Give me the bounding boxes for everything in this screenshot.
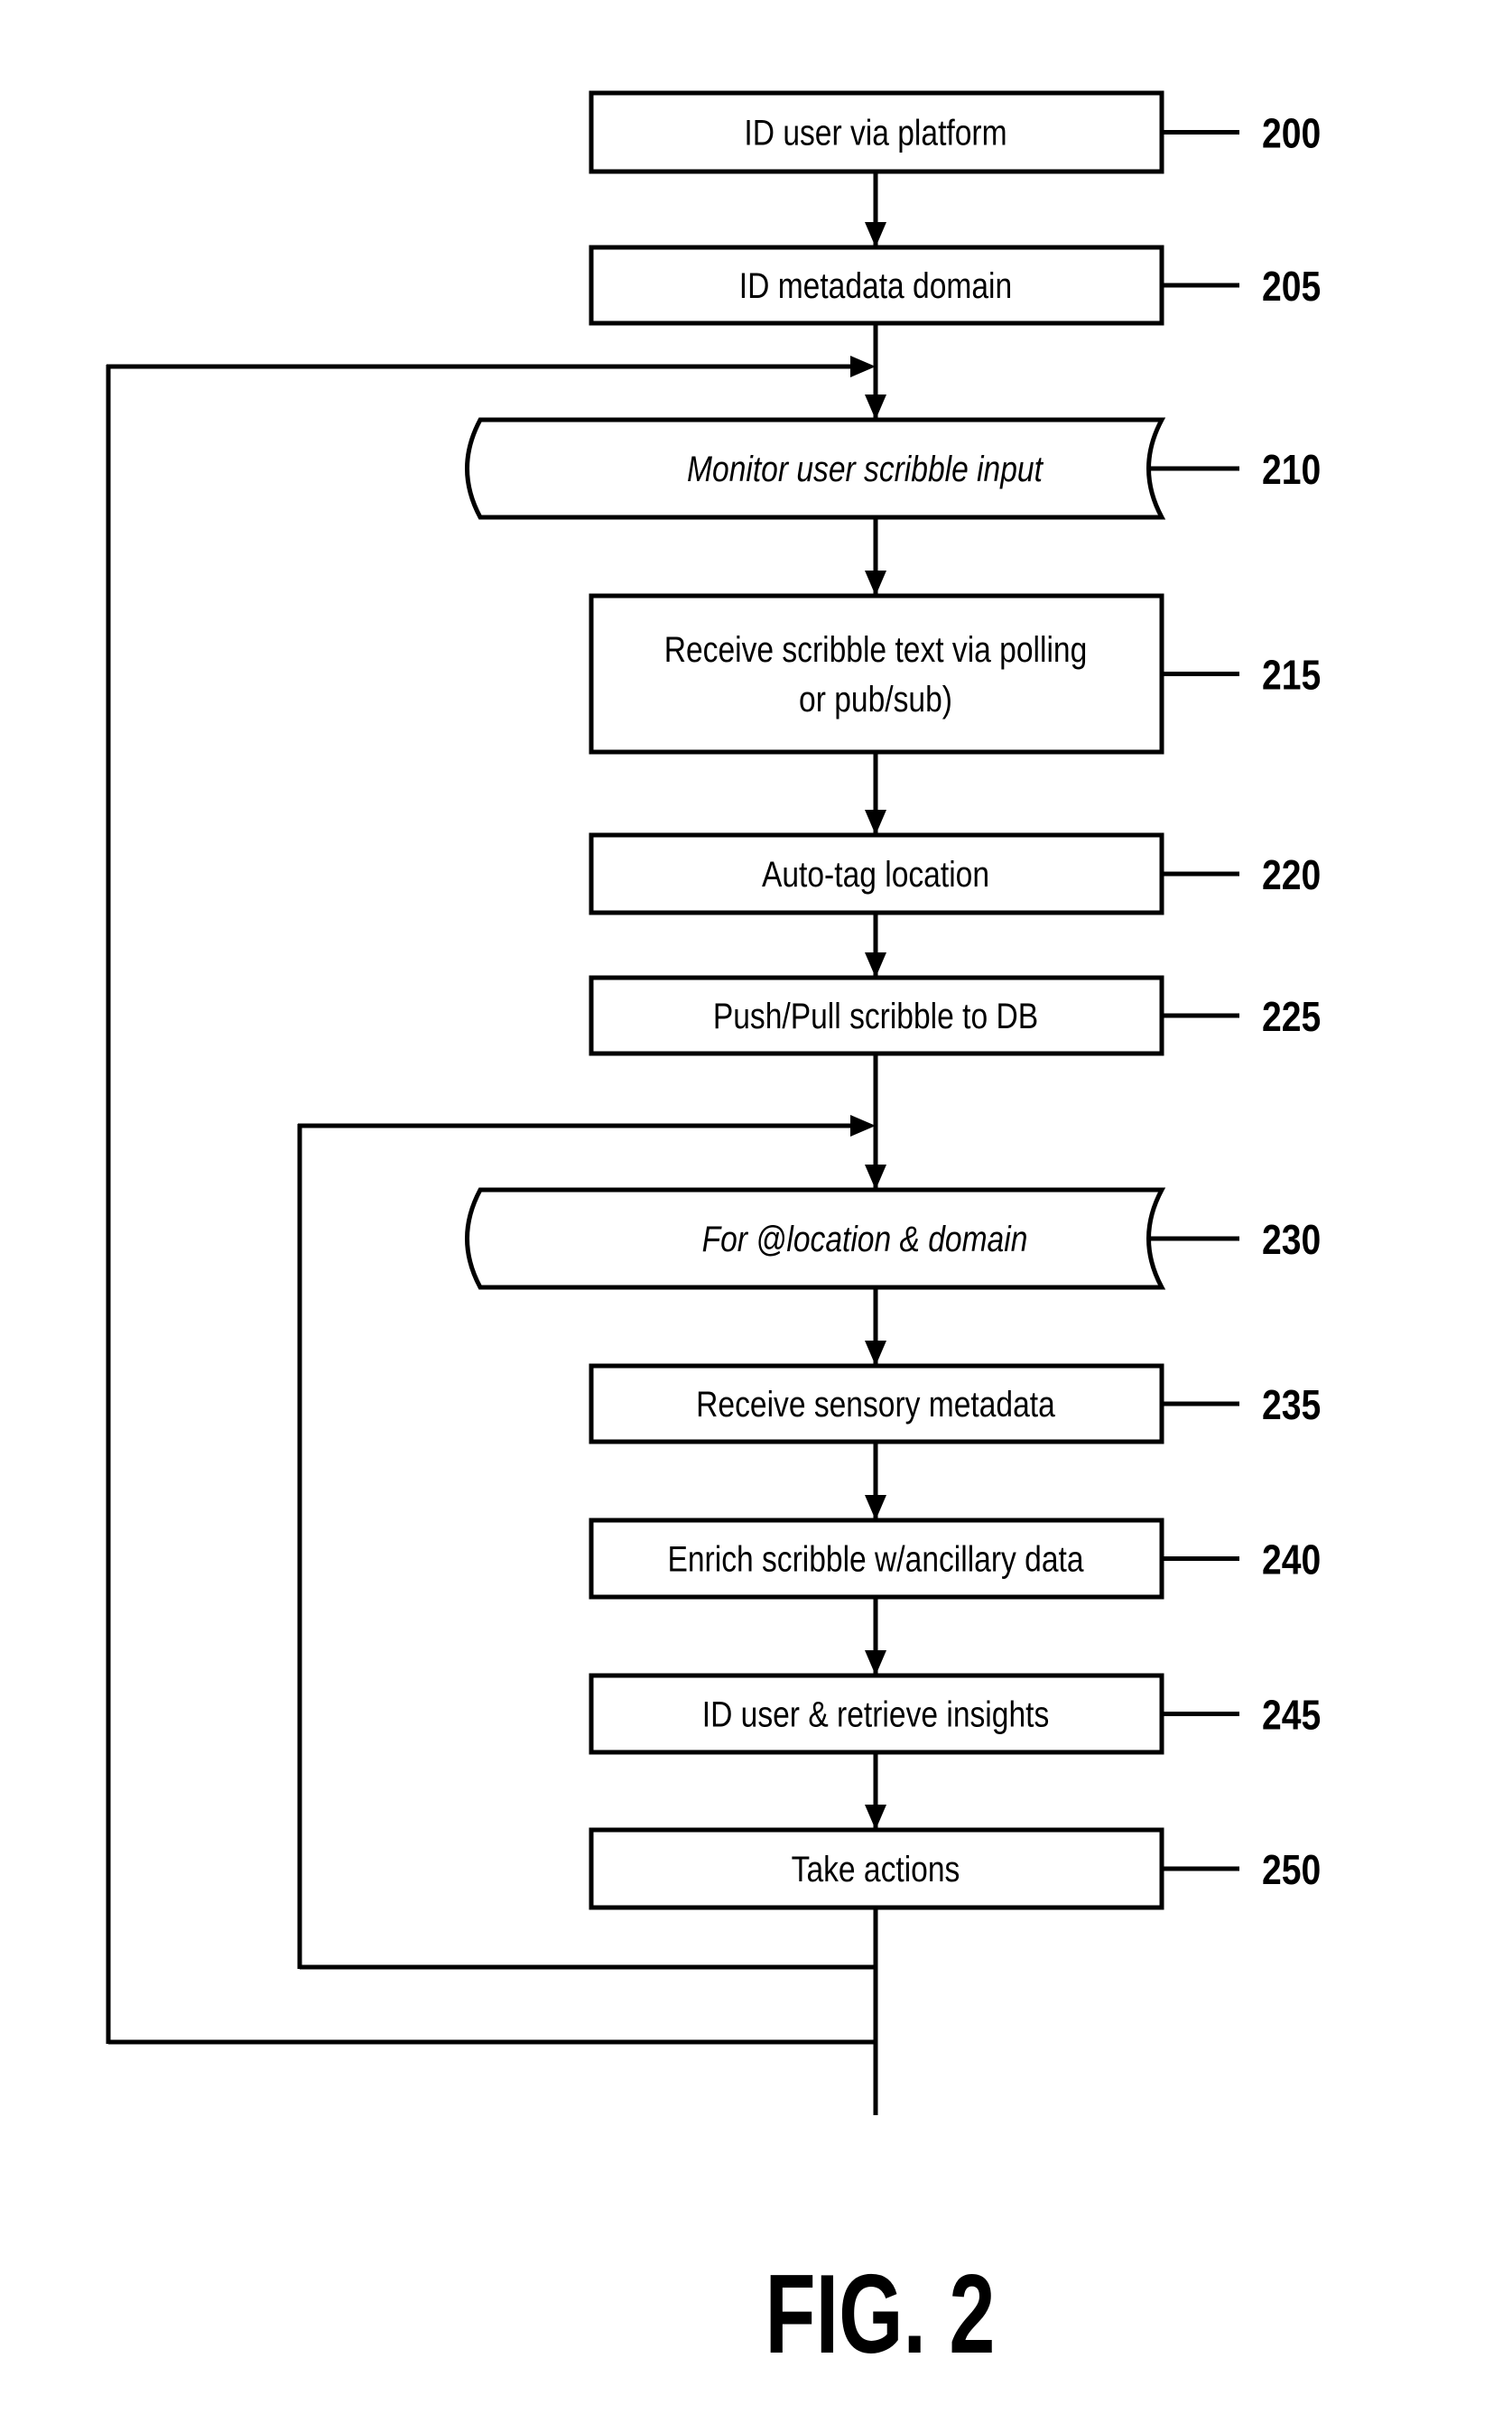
arrow-right-icon xyxy=(850,1115,876,1137)
step-label: or pub/sub) xyxy=(799,679,952,719)
arrow-down-icon xyxy=(865,1650,886,1676)
arrow-down-icon xyxy=(865,810,886,835)
reference-number: 245 xyxy=(1262,1693,1321,1740)
arrow-down-icon xyxy=(865,571,886,596)
step-200: ID user via platform 200 xyxy=(589,90,1321,174)
arrow-down-icon xyxy=(865,1805,886,1830)
reference-number: 215 xyxy=(1262,653,1321,700)
reference-number: 225 xyxy=(1262,994,1321,1041)
step-235: Receive sensory metadata 235 xyxy=(589,1363,1321,1444)
arrow-right-icon xyxy=(850,356,876,377)
step-label: ID metadata domain xyxy=(739,265,1012,305)
step-240: Enrich scribble w/ancillary data 240 xyxy=(589,1518,1321,1600)
step-label: ID user & retrieve insights xyxy=(702,1694,1050,1734)
step-label: Enrich scribble w/ancillary data xyxy=(667,1539,1083,1579)
step-245: ID user & retrieve insights 245 xyxy=(589,1673,1321,1755)
reference-number: 250 xyxy=(1262,1847,1321,1894)
reference-number: 235 xyxy=(1262,1382,1321,1429)
reference-number: 230 xyxy=(1262,1217,1321,1264)
arrow-down-icon xyxy=(865,222,886,247)
flowchart: ID user via platform 200 ID metadata domai… xyxy=(106,90,1321,2378)
step-label: Take actions xyxy=(792,1849,960,1889)
step-label: Push/Pull scribble to DB xyxy=(713,996,1038,1035)
arrow-down-icon xyxy=(865,1341,886,1366)
step-250: Take actions 250 xyxy=(589,1827,1321,1910)
step-label: Receive sensory metadata xyxy=(696,1384,1055,1424)
step-label: ID user via platform xyxy=(744,113,1006,153)
step-label: Receive scribble text via polling xyxy=(664,629,1088,669)
arrow-down-icon xyxy=(865,395,886,420)
process-box xyxy=(589,593,1164,755)
figure-label: FIG. 2 xyxy=(765,2252,996,2378)
step-label: Auto-tag location xyxy=(762,854,989,894)
arrow-down-icon xyxy=(865,1495,886,1520)
arrow-down-icon xyxy=(865,952,886,978)
reference-number: 210 xyxy=(1262,447,1321,494)
step-210: Monitor user scribble input 210 xyxy=(465,417,1321,520)
reference-number: 205 xyxy=(1262,264,1321,311)
step-label: Monitor user scribble input xyxy=(687,449,1044,488)
step-220: Auto-tag location 220 xyxy=(589,832,1321,915)
reference-number: 240 xyxy=(1262,1537,1321,1584)
arrow-down-icon xyxy=(865,1165,886,1190)
step-225: Push/Pull scribble to DB 225 xyxy=(589,975,1321,1056)
reference-number: 200 xyxy=(1262,111,1321,158)
step-205: ID metadata domain 205 xyxy=(589,245,1321,326)
reference-number: 220 xyxy=(1262,852,1321,899)
step-label: For @location & domain xyxy=(702,1219,1028,1258)
step-230: For @location & domain 230 xyxy=(465,1187,1321,1290)
step-215: Receive scribble text via polling or pub/… xyxy=(589,593,1321,755)
